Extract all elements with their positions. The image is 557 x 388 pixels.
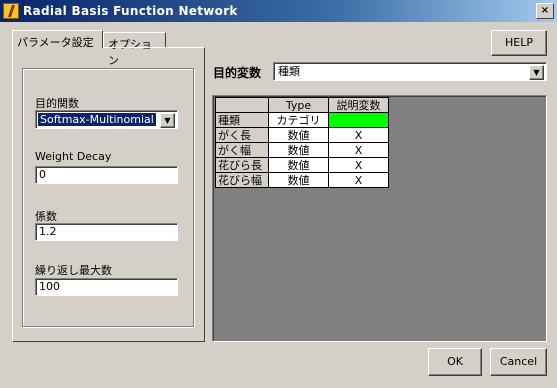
coefficient-label: 係数 (35, 210, 57, 223)
target-variable-label: 目的変数 (213, 66, 262, 80)
tab-parameters-label: パラメータ設定 (17, 36, 94, 49)
type-cell[interactable]: カテゴリ (268, 112, 329, 128)
ok-button-label: OK (447, 355, 463, 368)
cancel-button[interactable]: Cancel (490, 348, 547, 376)
help-button[interactable]: HELP (491, 30, 547, 56)
explanatory-cell[interactable]: X (328, 157, 389, 173)
row-header[interactable]: がく幅 (215, 142, 269, 158)
weight-decay-label: Weight Decay (35, 150, 112, 163)
table-row: 種類 カテゴリ (215, 112, 389, 128)
type-column-header[interactable]: Type (268, 97, 329, 113)
row-header[interactable]: 花びら長 (215, 157, 269, 173)
explanatory-cell[interactable]: X (328, 142, 389, 158)
row-header[interactable]: 花びら幅 (215, 172, 269, 188)
cancel-button-label: Cancel (499, 355, 538, 368)
weight-decay-input[interactable]: 0 (35, 166, 178, 184)
coefficient-input[interactable]: 1.2 (35, 223, 178, 241)
corner-header (215, 97, 269, 113)
table-row: がく幅 数値 X (215, 142, 389, 158)
target-variable-select[interactable]: 種類 ▼ (273, 62, 547, 81)
type-cell[interactable]: 数値 (268, 127, 329, 143)
close-button[interactable]: × (536, 3, 554, 19)
objective-label: 目的関数 (35, 97, 79, 110)
type-cell[interactable]: 数値 (268, 142, 329, 158)
variable-grid: Type 説明変数 種類 カテゴリ がく長 数値 X がく幅 数値 X 花びら長… (212, 95, 547, 342)
target-variable-value: 種類 (278, 65, 300, 78)
objective-select[interactable]: Softmax-Multinomial ▼ (35, 110, 178, 129)
row-header[interactable]: がく長 (215, 127, 269, 143)
chevron-down-icon[interactable]: ▼ (529, 65, 544, 80)
row-header[interactable]: 種類 (215, 112, 269, 128)
tab-parameters[interactable]: パラメータ設定 (12, 30, 103, 49)
max-iterations-input[interactable]: 100 (35, 278, 178, 296)
explanatory-cell[interactable]: X (328, 127, 389, 143)
app-icon (3, 3, 19, 19)
window-title: Radial Basis Function Network (23, 4, 238, 18)
table-header-row: Type 説明変数 (215, 97, 389, 113)
table-row: がく長 数値 X (215, 127, 389, 143)
explanatory-column-header[interactable]: 説明変数 (328, 97, 389, 113)
help-button-label: HELP (505, 36, 533, 49)
explanatory-cell-selected[interactable] (328, 112, 389, 128)
max-iterations-label: 繰り返し最大数 (35, 264, 112, 277)
type-cell[interactable]: 数値 (268, 172, 329, 188)
tab-options[interactable]: オプション (103, 32, 166, 67)
variable-table: Type 説明変数 種類 カテゴリ がく長 数値 X がく幅 数値 X 花びら長… (215, 97, 389, 188)
objective-select-value: Softmax-Multinomial (38, 113, 156, 126)
chevron-down-icon[interactable]: ▼ (160, 113, 175, 128)
explanatory-cell[interactable]: X (328, 172, 389, 188)
table-row: 花びら長 数値 X (215, 157, 389, 173)
ok-button[interactable]: OK (428, 348, 482, 376)
table-row: 花びら幅 数値 X (215, 172, 389, 188)
title-bar: Radial Basis Function Network × (0, 0, 557, 22)
type-cell[interactable]: 数値 (268, 157, 329, 173)
